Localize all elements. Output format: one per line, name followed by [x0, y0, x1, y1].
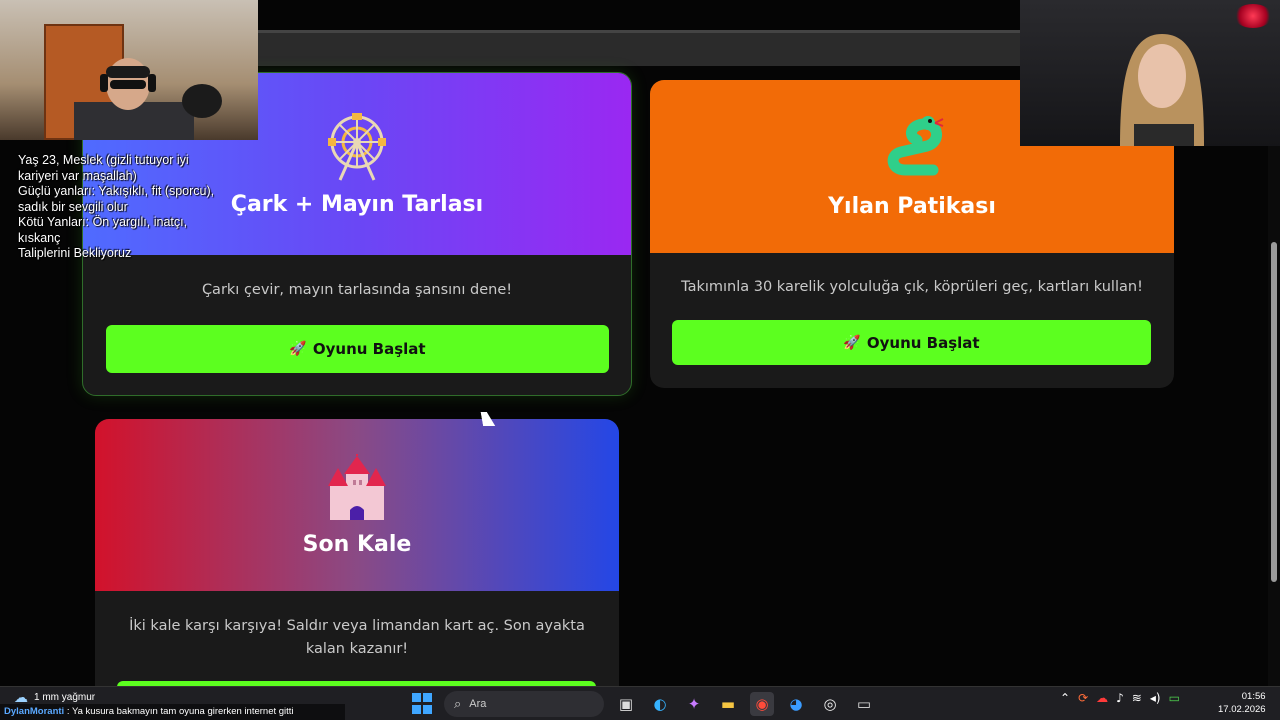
chat-message: DylanMoranti : Ya kusura bakmayın tam oy…	[0, 704, 345, 720]
chat-separator: :	[64, 706, 72, 717]
taskbar-search[interactable]: ⌕ Ara	[444, 691, 604, 717]
edge-browser-icon[interactable]: ◐	[648, 692, 672, 716]
rocket-icon: 🚀	[843, 334, 861, 351]
page-scrollbar[interactable]	[1268, 146, 1280, 686]
game-description: Takımınla 30 karelik yolculuğa çık, köpr…	[681, 279, 1143, 295]
weather-text: 1 mm yağmur	[34, 692, 96, 703]
search-placeholder: Ara	[469, 698, 487, 710]
search-icon: ⌕	[454, 696, 462, 711]
neon-sign-icon	[1234, 4, 1272, 28]
game-card-header: Son Kale	[95, 419, 619, 591]
clock-date: 17.02.2026	[1218, 704, 1266, 715]
streamer-webcam-left	[0, 0, 258, 140]
terminal-icon[interactable]: ▭	[852, 692, 876, 716]
windows-start-icon[interactable]	[412, 693, 434, 715]
app-icon[interactable]: ◕	[784, 692, 808, 716]
microphone-icon[interactable]: ♪	[1116, 691, 1124, 705]
start-game-label: Oyunu Başlat	[866, 333, 980, 352]
start-game-label: Oyunu Başlat	[312, 340, 426, 358]
microphone-icon	[182, 84, 222, 118]
rocket-icon: 🚀	[289, 341, 307, 357]
overlay-line: Yaş 23, Meslek (gizli tutuyor iyi kariye…	[18, 153, 193, 183]
task-view-icon[interactable]: ▣	[614, 692, 638, 716]
wifi-icon[interactable]: ≋	[1132, 691, 1142, 705]
chevron-up-icon[interactable]: ⌃	[1060, 691, 1070, 705]
volume-icon[interactable]: ◂)	[1150, 691, 1161, 705]
stream-overlay-text: Yaş 23, Meslek (gizli tutuyor iyi kariye…	[18, 153, 218, 262]
streamer-avatar	[1120, 34, 1204, 146]
scrollbar-thumb[interactable]	[1271, 242, 1277, 582]
system-tray: ⌃ ⟳ ☁ ♪ ≋ ◂) ▭	[1060, 691, 1180, 705]
tray-app-icon[interactable]: ☁	[1096, 691, 1108, 705]
streamer-avatar	[74, 58, 194, 140]
overlay-line: Taliplerini Bekliyoruz	[18, 246, 132, 260]
screen: Çark + Mayın Tarlası Çarkı çevir, mayın …	[0, 0, 1280, 720]
tray-app-icon[interactable]: ⟳	[1078, 691, 1088, 705]
streamer-webcam-right	[1020, 0, 1280, 146]
battery-icon[interactable]: ▭	[1169, 691, 1180, 705]
game-description: İki kale karşı karşıya! Saldır veya lima…	[129, 618, 585, 657]
taskbar: ☁ 1 mm yağmur DylanMoranti : Ya kusura b…	[0, 686, 1280, 720]
game-description: Çarkı çevir, mayın tarlasında şansını de…	[201, 282, 513, 298]
game-card-son-kale: Son Kale İki kale karşı karşıya! Saldır …	[95, 419, 619, 719]
castle-icon	[328, 453, 386, 520]
ferris-wheel-icon	[328, 112, 386, 181]
taskbar-apps: ⌕ Ara ▣ ◐ ✦ ▬ ◉ ◕ ◎ ▭	[412, 691, 876, 717]
overlay-line: Kötü Yanları: Ön yargılı, inatçı, kıskan…	[18, 215, 191, 245]
game-title: Son Kale	[302, 531, 412, 557]
copilot-icon[interactable]: ✦	[682, 692, 706, 716]
mouse-cursor-icon	[480, 412, 496, 426]
start-game-button[interactable]: 🚀 Oyunu Başlat	[106, 325, 609, 373]
game-title: Yılan Patikası	[828, 194, 996, 219]
taskbar-clock[interactable]: 01:56 17.02.2026	[1218, 690, 1266, 716]
chat-text: Ya kusura bakmayın tam oyuna girerken in…	[71, 706, 294, 717]
chrome-icon[interactable]: ◉	[750, 692, 774, 716]
file-explorer-icon[interactable]: ▬	[716, 692, 740, 716]
clock-time: 01:56	[1241, 691, 1266, 702]
game-title: Çark + Mayın Tarlası	[230, 191, 484, 217]
browser-address-bar[interactable]	[258, 30, 1020, 66]
chat-username: DylanMoranti	[4, 706, 65, 717]
overlay-line: Güçlü yanları: Yakışıklı, fit (sporcu), …	[18, 184, 218, 214]
start-game-button[interactable]: 🚀 Oyunu Başlat	[672, 320, 1151, 365]
snake-icon	[887, 116, 944, 176]
obs-icon[interactable]: ◎	[818, 692, 842, 716]
